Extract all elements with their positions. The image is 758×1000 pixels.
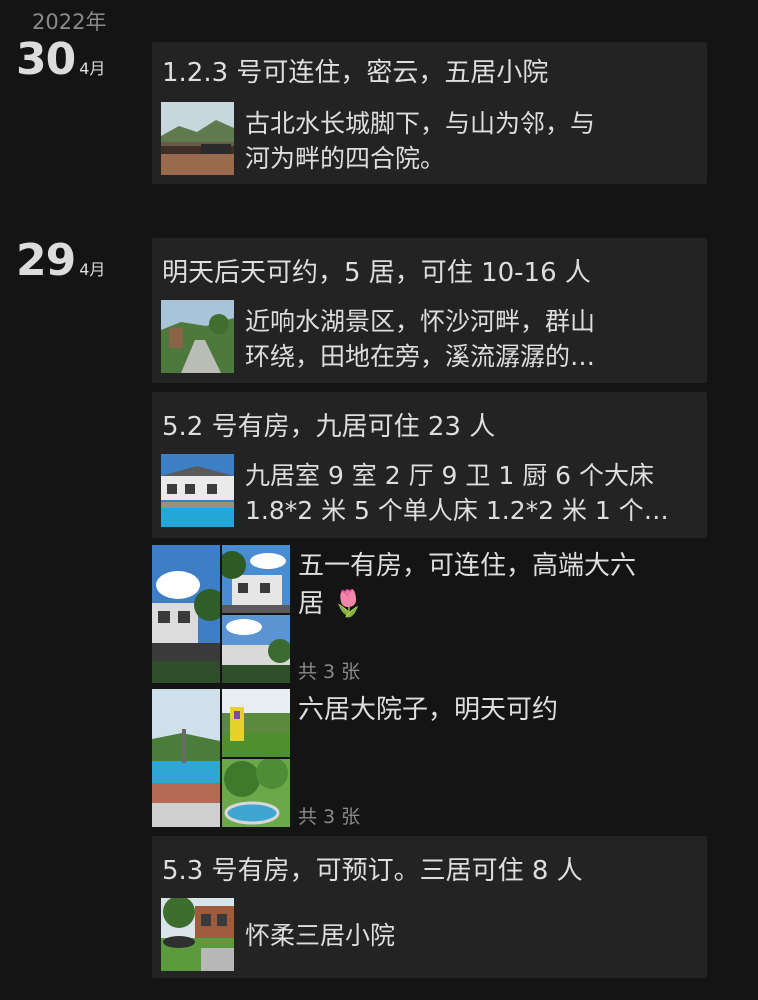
photo-thumbnail[interactable] <box>152 545 220 683</box>
photo-thumbnail[interactable] <box>222 615 290 683</box>
date-month: 4月 <box>79 260 106 279</box>
photo-count-label: 共 3 张 <box>298 806 361 828</box>
photo-grid[interactable] <box>152 545 290 683</box>
date-label: 29 4月 <box>16 235 105 286</box>
post-description-line: 九居室 9 室 2 厅 9 卫 1 厨 6 个大床 <box>245 461 654 490</box>
photo-thumbnail[interactable] <box>222 545 290 613</box>
post-description-line: 怀柔三居小院 <box>245 921 396 950</box>
post-title: 5.2 号有房，九居可住 23 人 <box>162 412 496 442</box>
post-text-line: 五一有房，可连住，高端大六 <box>298 551 637 581</box>
post-title: 明天后天可约，5 居，可住 10-16 人 <box>162 258 591 288</box>
date-label: 30 4月 <box>16 34 105 85</box>
post-thumbnail-image[interactable] <box>161 898 234 971</box>
post-thumbnail-image[interactable] <box>161 102 234 175</box>
post-title: 5.3 号有房，可预订。三居可住 8 人 <box>162 856 583 886</box>
post-description-line: 近响水湖景区，怀沙河畔，群山 <box>245 307 596 336</box>
post-title: 1.2.3 号可连住，密云，五居小院 <box>162 58 549 88</box>
post-description-line: 古北水长城脚下，与山为邻，与 <box>245 109 596 138</box>
moment-post-card[interactable]: 明天后天可约，5 居，可住 10-16 人 近响水湖景区，怀沙河畔，群山 环绕，… <box>152 238 707 383</box>
post-description-line: 1.8*2 米 5 个单人床 1.2*2 米 1 个… <box>245 496 669 525</box>
date-month: 4月 <box>79 59 106 78</box>
post-text-line: 居 🌷 <box>298 589 365 619</box>
post-text-line: 六居大院子，明天可约 <box>298 695 559 725</box>
photo-thumbnail[interactable] <box>222 759 290 827</box>
post-thumbnail-image[interactable] <box>161 454 234 527</box>
date-day: 30 <box>16 34 76 85</box>
photo-grid[interactable] <box>152 689 290 827</box>
moment-post-card[interactable]: 1.2.3 号可连住，密云，五居小院 古北水长城脚下，与山为邻，与 河为畔的四合… <box>152 42 707 184</box>
post-description-line: 河为畔的四合院。 <box>245 144 446 173</box>
photo-count-label: 共 3 张 <box>298 661 361 683</box>
photo-thumbnail[interactable] <box>222 689 290 757</box>
moment-post-card[interactable]: 5.2 号有房，九居可住 23 人 九居室 9 室 2 厅 9 卫 1 厨 6 … <box>152 392 707 538</box>
moment-post-card[interactable]: 5.3 号有房，可预订。三居可住 8 人 怀柔三居小院 <box>152 836 707 978</box>
post-description-line: 环绕，田地在旁，溪流潺潺的… <box>245 342 596 371</box>
post-thumbnail-image[interactable] <box>161 300 234 373</box>
photo-thumbnail[interactable] <box>152 689 220 827</box>
timeline-year: 2022年 <box>32 10 107 34</box>
date-day: 29 <box>16 235 76 286</box>
